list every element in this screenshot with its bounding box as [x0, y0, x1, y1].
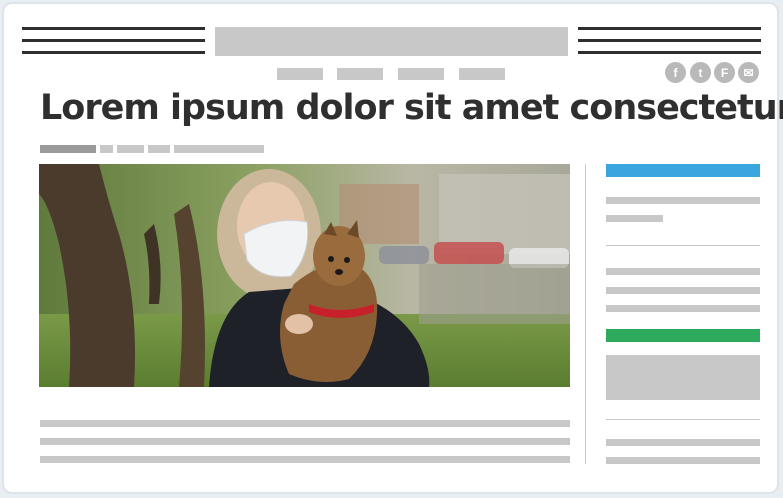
- email-icon[interactable]: ✉: [738, 62, 759, 83]
- nav-item[interactable]: [337, 68, 383, 80]
- sidebar-text-line: [606, 457, 760, 464]
- sidebar-text-line: [606, 268, 760, 275]
- menu-stripe: [578, 27, 761, 30]
- menu-stripe: [578, 51, 761, 54]
- byline-meta: [117, 145, 144, 153]
- menu-stripe: [578, 39, 761, 42]
- article-hero-image: [39, 164, 570, 387]
- sidebar-separator: [606, 245, 760, 246]
- sidebar-text-line: [606, 215, 663, 222]
- photo-woman-with-dog: [39, 164, 570, 387]
- article-headline: Lorem ipsum dolor sit amet consectetur: [40, 88, 783, 128]
- menu-stripe: [22, 39, 205, 42]
- twitter-icon[interactable]: t: [690, 62, 711, 83]
- sidebar-separator: [606, 419, 760, 420]
- sidebar-text-line: [606, 287, 760, 294]
- menu-stripe: [22, 27, 205, 30]
- flipboard-icon[interactable]: F: [714, 62, 735, 83]
- sidebar-text-line: [606, 305, 760, 312]
- sidebar-text-line: [606, 439, 760, 446]
- byline-meta: [100, 145, 113, 153]
- byline-meta: [148, 145, 170, 153]
- menu-stripe: [22, 51, 205, 54]
- column-divider: [585, 164, 586, 464]
- body-text-line: [40, 456, 570, 463]
- nav-item[interactable]: [277, 68, 323, 80]
- body-text-line: [40, 438, 570, 445]
- nav-item[interactable]: [398, 68, 444, 80]
- byline-author[interactable]: [40, 145, 96, 153]
- facebook-icon[interactable]: f: [665, 62, 686, 83]
- sidebar-ad-block[interactable]: [606, 355, 760, 400]
- sidebar-accent-blue[interactable]: [606, 164, 760, 177]
- site-logo-placeholder[interactable]: [215, 27, 568, 56]
- sidebar-text-line: [606, 197, 760, 204]
- body-text-line: [40, 420, 570, 427]
- sidebar-accent-green[interactable]: [606, 329, 760, 342]
- byline-date: [174, 145, 264, 153]
- nav-item[interactable]: [459, 68, 505, 80]
